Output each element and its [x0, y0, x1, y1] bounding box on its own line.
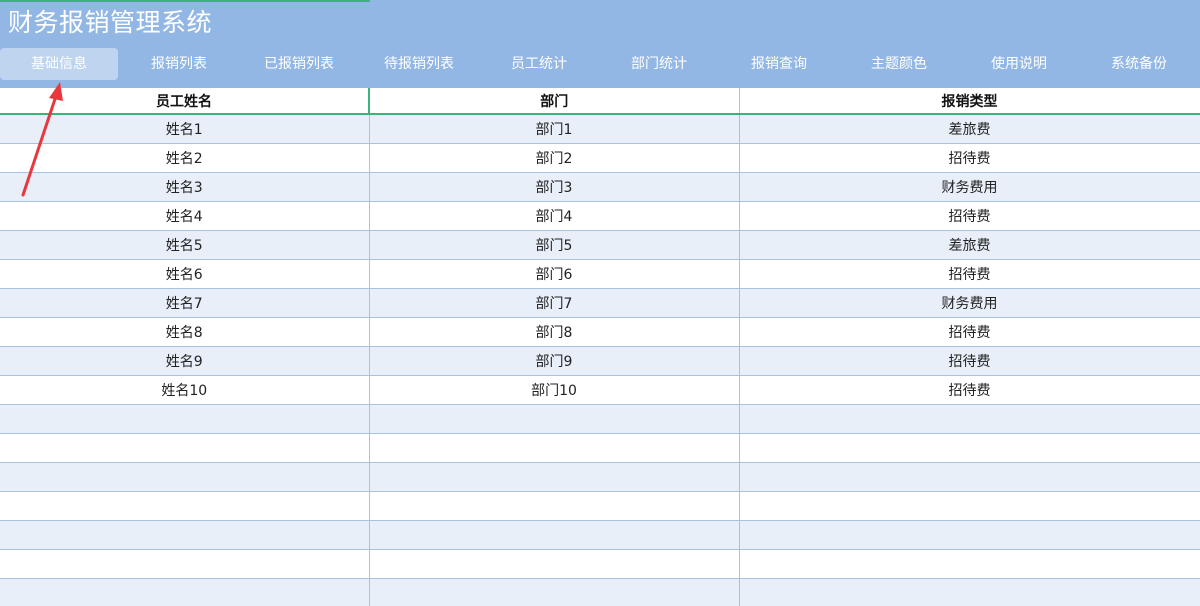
cell-employee-name[interactable] [0, 462, 370, 492]
table-row [0, 404, 1200, 434]
column-header-name[interactable]: 员工姓名 [0, 88, 370, 115]
employee-table: 员工姓名 部门 报销类型 姓名1 部门1 差旅费 姓名2 部门2 招待费 姓名3 部门3 财务费… [0, 88, 1200, 606]
cell-department[interactable] [369, 578, 740, 606]
cell-employee-name[interactable]: 姓名8 [0, 317, 370, 347]
cell-employee-name[interactable] [0, 404, 370, 434]
cell-reimbursement-type[interactable]: 招待费 [739, 143, 1200, 173]
cell-employee-name[interactable]: 姓名4 [0, 201, 370, 231]
nav-tabs: 基础信息 报销列表 已报销列表 待报销列表 员工统计 部门统计 报销查询 主题颜… [0, 48, 1200, 80]
table-row [0, 491, 1200, 521]
column-header-department[interactable]: 部门 [369, 88, 740, 115]
cell-reimbursement-type[interactable]: 招待费 [739, 346, 1200, 376]
cell-reimbursement-type[interactable] [739, 520, 1200, 550]
tab-backup[interactable]: 系统备份 [1080, 48, 1198, 80]
tab-basic-info[interactable]: 基础信息 [0, 48, 118, 80]
cell-department[interactable] [369, 404, 740, 434]
table-row [0, 520, 1200, 550]
cell-employee-name[interactable] [0, 549, 370, 579]
cell-reimbursement-type[interactable] [739, 491, 1200, 521]
table-row: 姓名9 部门9 招待费 [0, 346, 1200, 376]
table-row [0, 549, 1200, 579]
tab-pending-list[interactable]: 待报销列表 [360, 48, 478, 80]
table-row: 姓名1 部门1 差旅费 [0, 114, 1200, 144]
tab-department-stats[interactable]: 部门统计 [600, 48, 718, 80]
cell-employee-name[interactable]: 姓名6 [0, 259, 370, 289]
cell-department[interactable]: 部门3 [369, 172, 740, 202]
table-row: 姓名2 部门2 招待费 [0, 143, 1200, 173]
cell-reimbursement-type[interactable] [739, 433, 1200, 463]
table-row [0, 462, 1200, 492]
cell-department[interactable]: 部门4 [369, 201, 740, 231]
cell-reimbursement-type[interactable] [739, 404, 1200, 434]
tab-instructions[interactable]: 使用说明 [960, 48, 1078, 80]
cell-reimbursement-type[interactable] [739, 462, 1200, 492]
table-row: 姓名6 部门6 招待费 [0, 259, 1200, 289]
cell-employee-name[interactable]: 姓名9 [0, 346, 370, 376]
table-row: 姓名8 部门8 招待费 [0, 317, 1200, 347]
app-header: 财务报销管理系统 基础信息 报销列表 已报销列表 待报销列表 员工统计 部门统计… [0, 0, 1200, 88]
cell-reimbursement-type[interactable]: 差旅费 [739, 114, 1200, 144]
table-header-row: 员工姓名 部门 报销类型 [0, 88, 1200, 115]
cell-department[interactable] [369, 433, 740, 463]
table-row: 姓名4 部门4 招待费 [0, 201, 1200, 231]
cell-employee-name[interactable]: 姓名7 [0, 288, 370, 318]
cell-reimbursement-type[interactable]: 招待费 [739, 317, 1200, 347]
cell-department[interactable] [369, 520, 740, 550]
cell-department[interactable]: 部门5 [369, 230, 740, 260]
cell-department[interactable] [369, 491, 740, 521]
table-row: 姓名3 部门3 财务费用 [0, 172, 1200, 202]
table-body: 姓名1 部门1 差旅费 姓名2 部门2 招待费 姓名3 部门3 财务费用 姓名4 部门4 招待费 姓名5… [0, 114, 1200, 606]
tab-reimbursed-list[interactable]: 已报销列表 [240, 48, 358, 80]
cell-department[interactable] [369, 549, 740, 579]
tab-reimbursement-list[interactable]: 报销列表 [120, 48, 238, 80]
table-row [0, 578, 1200, 606]
table-row: 姓名10 部门10 招待费 [0, 375, 1200, 405]
cell-employee-name[interactable]: 姓名3 [0, 172, 370, 202]
cell-employee-name[interactable] [0, 491, 370, 521]
cell-reimbursement-type[interactable] [739, 549, 1200, 579]
cell-reimbursement-type[interactable]: 财务费用 [739, 172, 1200, 202]
table-row: 姓名5 部门5 差旅费 [0, 230, 1200, 260]
table-row [0, 433, 1200, 463]
cell-department[interactable]: 部门9 [369, 346, 740, 376]
table-row: 姓名7 部门7 财务费用 [0, 288, 1200, 318]
cell-department[interactable] [369, 462, 740, 492]
cell-reimbursement-type[interactable]: 招待费 [739, 375, 1200, 405]
cell-department[interactable]: 部门6 [369, 259, 740, 289]
cell-employee-name[interactable] [0, 578, 370, 606]
cell-employee-name[interactable] [0, 520, 370, 550]
cell-employee-name[interactable] [0, 433, 370, 463]
tab-theme-color[interactable]: 主题颜色 [840, 48, 958, 80]
tab-query[interactable]: 报销查询 [720, 48, 838, 80]
cell-department[interactable]: 部门7 [369, 288, 740, 318]
column-header-type[interactable]: 报销类型 [739, 88, 1200, 115]
cell-employee-name[interactable]: 姓名5 [0, 230, 370, 260]
cell-reimbursement-type[interactable]: 招待费 [739, 259, 1200, 289]
cell-reimbursement-type[interactable]: 招待费 [739, 201, 1200, 231]
cell-reimbursement-type[interactable]: 差旅费 [739, 230, 1200, 260]
app-title: 财务报销管理系统 [8, 8, 213, 37]
cell-department[interactable]: 部门1 [369, 114, 740, 144]
cell-department[interactable]: 部门8 [369, 317, 740, 347]
cell-department[interactable]: 部门2 [369, 143, 740, 173]
cell-employee-name[interactable]: 姓名1 [0, 114, 370, 144]
cell-department[interactable]: 部门10 [369, 375, 740, 405]
cell-employee-name[interactable]: 姓名2 [0, 143, 370, 173]
cell-reimbursement-type[interactable] [739, 578, 1200, 606]
cell-employee-name[interactable]: 姓名10 [0, 375, 370, 405]
selection-accent-line [0, 0, 370, 2]
cell-reimbursement-type[interactable]: 财务费用 [739, 288, 1200, 318]
tab-employee-stats[interactable]: 员工统计 [480, 48, 598, 80]
